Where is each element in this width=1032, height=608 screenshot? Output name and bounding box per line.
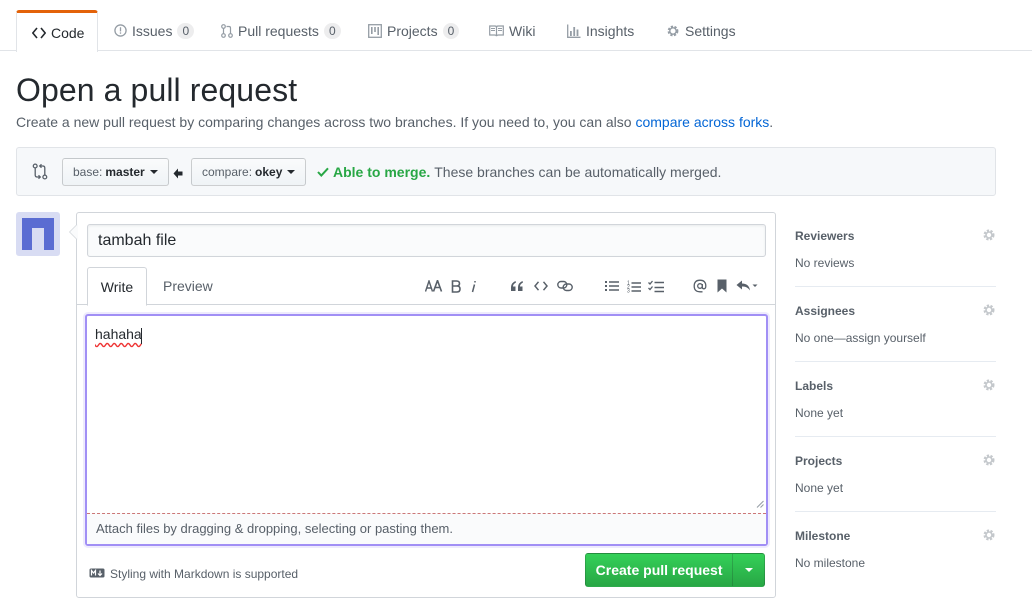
tab-settings[interactable]: Settings bbox=[666, 10, 736, 51]
branch-range-editor: base: master compare: okey Able to merge… bbox=[16, 147, 996, 196]
compare-swap-icon[interactable] bbox=[32, 163, 48, 183]
tab-issues[interactable]: Issues 0 bbox=[114, 10, 195, 51]
tab-insights[interactable]: Insights bbox=[567, 10, 634, 51]
tab-label: Wiki bbox=[509, 22, 536, 39]
sidebar-value[interactable]: No one—assign yourself bbox=[795, 331, 926, 345]
gear-icon[interactable] bbox=[982, 528, 996, 545]
issue-icon bbox=[114, 24, 127, 37]
tab-label: Pull requests bbox=[238, 22, 319, 39]
tab-label: Projects bbox=[387, 22, 438, 39]
base-branch-select[interactable]: base: master bbox=[62, 158, 169, 186]
task-list-icon[interactable] bbox=[647, 277, 665, 295]
tab-projects[interactable]: Projects 0 bbox=[368, 10, 460, 51]
gear-icon bbox=[666, 24, 680, 38]
gear-icon[interactable] bbox=[982, 303, 996, 320]
tab-preview[interactable]: Preview bbox=[163, 267, 213, 305]
discussion-sidebar: Reviewers No reviews Assignees No one—as… bbox=[795, 212, 996, 587]
unordered-list-icon[interactable] bbox=[604, 277, 620, 295]
chevron-down-icon bbox=[149, 170, 158, 174]
sidebar-assignees: Assignees No one—assign yourself bbox=[795, 287, 996, 362]
gear-icon[interactable] bbox=[982, 378, 996, 395]
tab-label: Settings bbox=[685, 22, 736, 39]
avatar[interactable] bbox=[16, 212, 60, 256]
header-text-icon[interactable] bbox=[424, 277, 444, 295]
repo-nav: Code Issues 0 Pull requests 0 Projects 0… bbox=[0, 0, 1032, 52]
sidebar-labels: Labels None yet bbox=[795, 362, 996, 437]
pull-request-icon bbox=[221, 23, 233, 38]
sidebar-heading: Reviewers bbox=[795, 229, 855, 243]
mention-icon[interactable] bbox=[692, 277, 708, 295]
gear-icon[interactable] bbox=[982, 228, 996, 245]
identicon-icon bbox=[22, 218, 54, 250]
compare-branch-select[interactable]: compare: okey bbox=[191, 158, 307, 186]
text-cursor bbox=[141, 328, 142, 344]
arrow-left-icon bbox=[173, 166, 183, 182]
sidebar-value: None yet bbox=[795, 481, 844, 495]
link-icon[interactable] bbox=[556, 277, 574, 295]
check-icon bbox=[317, 164, 329, 180]
sidebar-value: None yet bbox=[795, 406, 844, 420]
sidebar-milestone: Milestone No milestone bbox=[795, 512, 996, 587]
svg-text:3: 3 bbox=[627, 288, 630, 293]
sidebar-projects: Projects None yet bbox=[795, 437, 996, 512]
tab-write[interactable]: Write bbox=[87, 267, 147, 306]
code-icon[interactable] bbox=[533, 277, 549, 295]
markdown-note-text: Styling with Markdown is supported bbox=[110, 567, 299, 581]
ordered-list-icon[interactable]: 123 bbox=[626, 277, 642, 295]
compare-branch-name: okey bbox=[255, 165, 283, 179]
chevron-down-icon bbox=[287, 170, 296, 174]
tab-code[interactable]: Code bbox=[16, 10, 98, 52]
create-options-dropdown[interactable] bbox=[732, 554, 764, 586]
compare-prefix: compare: bbox=[202, 165, 253, 179]
sidebar-heading: Labels bbox=[795, 379, 834, 393]
new-pull-request-form: Write Preview 123 bbox=[69, 212, 776, 598]
merge-status: Able to merge. These branches can be aut… bbox=[317, 164, 721, 180]
merge-detail-text: These branches can be automatically merg… bbox=[434, 164, 722, 180]
subtitle-end: . bbox=[769, 114, 774, 130]
file-attach-dropzone[interactable]: Attach files by dragging & dropping, sel… bbox=[87, 513, 766, 544]
resize-handle-icon[interactable] bbox=[756, 495, 764, 511]
sidebar-heading: Projects bbox=[795, 454, 843, 468]
subtitle-text: Create a new pull request by comparing c… bbox=[16, 114, 632, 130]
comment-body-text: hahaha bbox=[95, 326, 142, 342]
merge-ok-text: Able to merge. bbox=[333, 164, 431, 180]
tab-label: Code bbox=[51, 24, 85, 41]
base-branch-name: master bbox=[105, 165, 145, 179]
book-icon bbox=[489, 24, 504, 37]
code-icon bbox=[32, 26, 46, 39]
pull-requests-counter: 0 bbox=[323, 22, 341, 39]
sidebar-heading: Assignees bbox=[795, 304, 856, 318]
bookmark-icon[interactable] bbox=[716, 277, 728, 295]
comment-body-textarea[interactable]: hahaha Attach files by dragging & droppi… bbox=[85, 314, 768, 546]
sidebar-heading: Milestone bbox=[795, 529, 851, 543]
sidebar-reviewers: Reviewers No reviews bbox=[795, 212, 996, 287]
quote-icon[interactable] bbox=[509, 277, 525, 295]
sidebar-value: No reviews bbox=[795, 256, 855, 270]
graph-icon bbox=[567, 24, 581, 38]
tab-pull-requests[interactable]: Pull requests 0 bbox=[221, 10, 341, 51]
tab-wiki[interactable]: Wiki bbox=[489, 10, 535, 51]
page-title: Open a pull request bbox=[16, 72, 298, 108]
chevron-down-icon bbox=[744, 568, 753, 572]
title-input[interactable] bbox=[87, 224, 766, 257]
gear-icon[interactable] bbox=[982, 453, 996, 470]
base-prefix: base: bbox=[73, 165, 103, 179]
tab-label: Issues bbox=[132, 22, 173, 39]
project-icon bbox=[368, 23, 382, 38]
issues-counter: 0 bbox=[177, 22, 195, 39]
italic-icon[interactable] bbox=[470, 277, 478, 295]
editor-toolbar: Write Preview 123 bbox=[77, 267, 775, 306]
create-pull-request-button[interactable]: Create pull request bbox=[586, 554, 732, 586]
tab-label: Insights bbox=[586, 22, 635, 39]
markdown-help[interactable]: Styling with Markdown is supported bbox=[89, 567, 298, 581]
projects-counter: 0 bbox=[442, 22, 460, 39]
bold-icon[interactable] bbox=[450, 277, 462, 295]
create-pull-request-button-group: Create pull request bbox=[585, 553, 765, 587]
compare-across-forks-link[interactable]: compare across forks bbox=[635, 114, 769, 130]
sidebar-value: No milestone bbox=[795, 556, 866, 570]
markdown-icon bbox=[89, 567, 110, 581]
page-subtitle: Create a new pull request by comparing c… bbox=[16, 114, 773, 130]
reply-icon[interactable] bbox=[735, 277, 759, 295]
